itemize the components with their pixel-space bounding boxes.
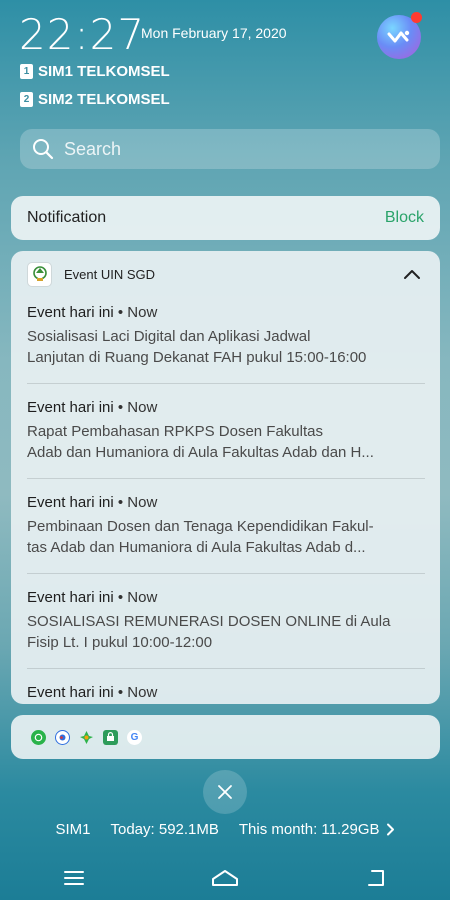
- notification-dot: [411, 12, 422, 23]
- data-month: This month: 11.29GB: [238, 821, 380, 838]
- google-icon: G: [127, 729, 142, 745]
- chevron-up-icon[interactable]: [402, 264, 422, 284]
- item-body-line1: SOSIALISASI REMUNERASI DOSEN ONLINE di A…: [27, 613, 391, 630]
- notification-card[interactable]: Event UIN SGD Event hari ini • Now Sosia…: [11, 251, 440, 704]
- search-bar[interactable]: Search: [20, 129, 440, 169]
- item-time: • Now: [117, 494, 158, 511]
- divider: [27, 478, 425, 479]
- sim1-icon: 1: [20, 64, 33, 79]
- item-body-line2: tas Adab dan Humaniora di Aula Fakultas …: [27, 539, 366, 556]
- date: Mon February 17, 2020: [141, 25, 287, 41]
- item-time: • Now: [117, 684, 158, 701]
- lockscreen-status: 22:27 Mon February 17, 2020 1 SIM1 TELKO…: [0, 0, 450, 120]
- app-logo-icon: [27, 261, 52, 287]
- divider: [27, 383, 425, 384]
- notification-item[interactable]: Event hari ini • Now Sosialisasi Laci Di…: [27, 304, 425, 368]
- item-title: Event hari ini: [27, 304, 114, 321]
- item-body-line2: Adab dan Humaniora di Aula Fakultas Adab…: [27, 444, 374, 461]
- navigation-bar: [0, 855, 450, 900]
- item-body-line2: Fisip Lt. I pukul 10:00-12:00: [27, 634, 213, 651]
- search-placeholder: Search: [64, 138, 122, 159]
- dana-icon: [55, 729, 70, 745]
- notification-header: Notification Block: [11, 196, 440, 240]
- item-title: Event hari ini: [27, 589, 114, 606]
- item-time: • Now: [117, 304, 158, 321]
- clock: 22:27: [19, 10, 146, 59]
- menu-icon[interactable]: [62, 868, 86, 888]
- notification-label: Notification: [27, 209, 107, 226]
- other-notifications-strip[interactable]: G: [11, 715, 440, 759]
- item-body-line1: Rapat Pembahasan RPKPS Dosen Fakultas: [27, 423, 323, 440]
- notification-item[interactable]: Event hari ini • Now: [27, 684, 425, 701]
- clear-all-button[interactable]: [203, 770, 247, 814]
- item-title: Event hari ini: [27, 494, 114, 511]
- item-body-line1: Pembinaan Dosen dan Tenaga Kependidikan …: [27, 518, 374, 535]
- item-time: • Now: [117, 399, 158, 416]
- item-time: • Now: [117, 589, 158, 606]
- app-name: Event UIN SGD: [64, 266, 156, 282]
- home-icon[interactable]: [209, 867, 241, 889]
- data-usage-bar[interactable]: SIM1 Today: 592.1MB This month: 11.29GB: [0, 821, 450, 838]
- item-title: Event hari ini: [27, 399, 114, 416]
- app-lock-icon: [103, 729, 118, 745]
- sim1-status: 1 SIM1 TELKOMSEL: [20, 63, 170, 80]
- notification-item[interactable]: Event hari ini • Now Rapat Pembahasan RP…: [27, 399, 425, 463]
- sim2-icon: 2: [20, 92, 33, 107]
- notification-item[interactable]: Event hari ini • Now Pembinaan Dosen dan…: [27, 494, 425, 558]
- search-icon: [33, 139, 54, 160]
- notification-item[interactable]: Event hari ini • Now SOSIALISASI REMUNER…: [27, 589, 425, 653]
- sim1-label: SIM1 TELKOMSEL: [38, 63, 170, 80]
- divider: [27, 668, 425, 669]
- whatsapp-icon: [31, 729, 46, 745]
- back-icon[interactable]: [364, 868, 388, 888]
- close-icon: [218, 785, 232, 799]
- block-button[interactable]: Block: [385, 209, 424, 227]
- sim2-status: 2 SIM2 TELKOMSEL: [20, 91, 170, 108]
- item-body-line1: Sosialisasi Laci Digital dan Aplikasi Ja…: [27, 328, 311, 345]
- chevron-right-icon: [386, 823, 394, 836]
- sim2-label: SIM2 TELKOMSEL: [38, 91, 170, 108]
- app-green-icon: [79, 730, 94, 745]
- assistant-bubble-icon[interactable]: [377, 12, 422, 59]
- card-header[interactable]: Event UIN SGD: [11, 251, 440, 297]
- divider: [27, 573, 425, 574]
- data-sim: SIM1: [55, 821, 91, 838]
- item-title: Event hari ini: [27, 684, 114, 701]
- data-today: Today: 592.1MB: [110, 821, 219, 838]
- item-body-line2: Lanjutan di Ruang Dekanat FAH pukul 15:0…: [27, 349, 367, 366]
- wave-icon: [387, 30, 410, 43]
